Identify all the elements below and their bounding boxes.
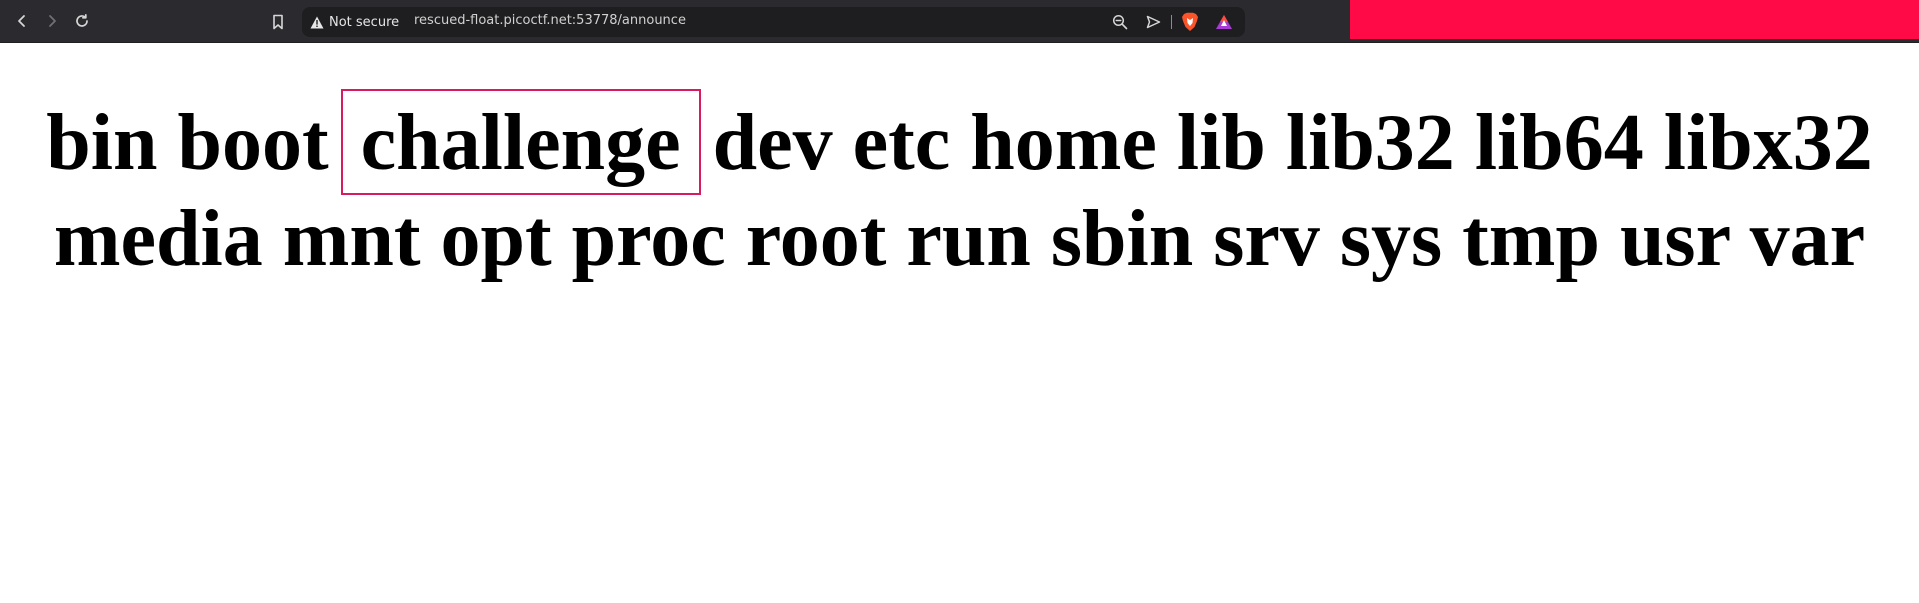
directory-entry: bin bbox=[46, 99, 158, 187]
brave-shield-button[interactable] bbox=[1180, 12, 1200, 32]
bookmark-icon bbox=[273, 14, 283, 30]
send-button[interactable] bbox=[1143, 12, 1163, 32]
directory-entry: home bbox=[970, 99, 1157, 187]
directory-entry: sbin bbox=[1050, 195, 1194, 283]
directory-listing: bin boot challenge dev etc home lib lib3… bbox=[28, 89, 1891, 285]
directory-entry: run bbox=[906, 195, 1031, 283]
address-bar[interactable]: Not secure rescued-float.picoctf.net:537… bbox=[302, 7, 1245, 37]
back-button[interactable] bbox=[8, 8, 36, 34]
warning-triangle-icon bbox=[310, 16, 324, 28]
directory-entry: libx32 bbox=[1663, 99, 1873, 187]
directory-entry: media bbox=[53, 195, 263, 283]
zoom-out-icon bbox=[1112, 14, 1128, 30]
brave-rewards-button[interactable] bbox=[1214, 12, 1234, 32]
reload-button[interactable] bbox=[68, 8, 96, 34]
directory-entry: tmp bbox=[1462, 195, 1600, 283]
directory-entry: srv bbox=[1213, 195, 1320, 283]
reload-icon bbox=[76, 13, 88, 27]
forward-button[interactable] bbox=[38, 8, 66, 34]
address-bar-divider bbox=[1171, 15, 1172, 29]
security-label: Not secure bbox=[329, 14, 400, 30]
accent-panel bbox=[1350, 0, 1919, 39]
directory-entry-highlighted: challenge bbox=[340, 89, 701, 195]
directory-entry: boot bbox=[177, 99, 329, 187]
directory-entry: etc bbox=[852, 99, 951, 187]
directory-entry: proc bbox=[571, 195, 726, 283]
security-indicator[interactable]: Not secure bbox=[310, 12, 399, 32]
directory-entry: lib32 bbox=[1285, 99, 1455, 187]
bookmark-button[interactable] bbox=[264, 9, 292, 35]
directory-entry: lib bbox=[1176, 99, 1266, 187]
url-text[interactable]: rescued-float.picoctf.net:53778/announce bbox=[414, 13, 686, 28]
zoom-button[interactable] bbox=[1110, 12, 1130, 32]
brave-shield-icon bbox=[1182, 12, 1198, 32]
brave-rewards-icon bbox=[1216, 15, 1232, 29]
forward-arrow-icon bbox=[49, 15, 56, 27]
directory-entry: lib64 bbox=[1474, 99, 1644, 187]
directory-entry: sys bbox=[1339, 195, 1443, 283]
send-icon bbox=[1146, 15, 1160, 29]
back-arrow-icon bbox=[18, 15, 25, 27]
page-content: bin boot challenge dev etc home lib lib3… bbox=[0, 43, 1919, 603]
browser-toolbar: Not secure rescued-float.picoctf.net:537… bbox=[0, 0, 1919, 43]
directory-entry: mnt bbox=[282, 195, 421, 283]
directory-entry: dev bbox=[712, 99, 833, 187]
directory-entry: var bbox=[1749, 195, 1866, 283]
directory-entry: opt bbox=[440, 195, 552, 283]
directory-entry: root bbox=[745, 195, 887, 283]
directory-entry: usr bbox=[1619, 195, 1730, 283]
